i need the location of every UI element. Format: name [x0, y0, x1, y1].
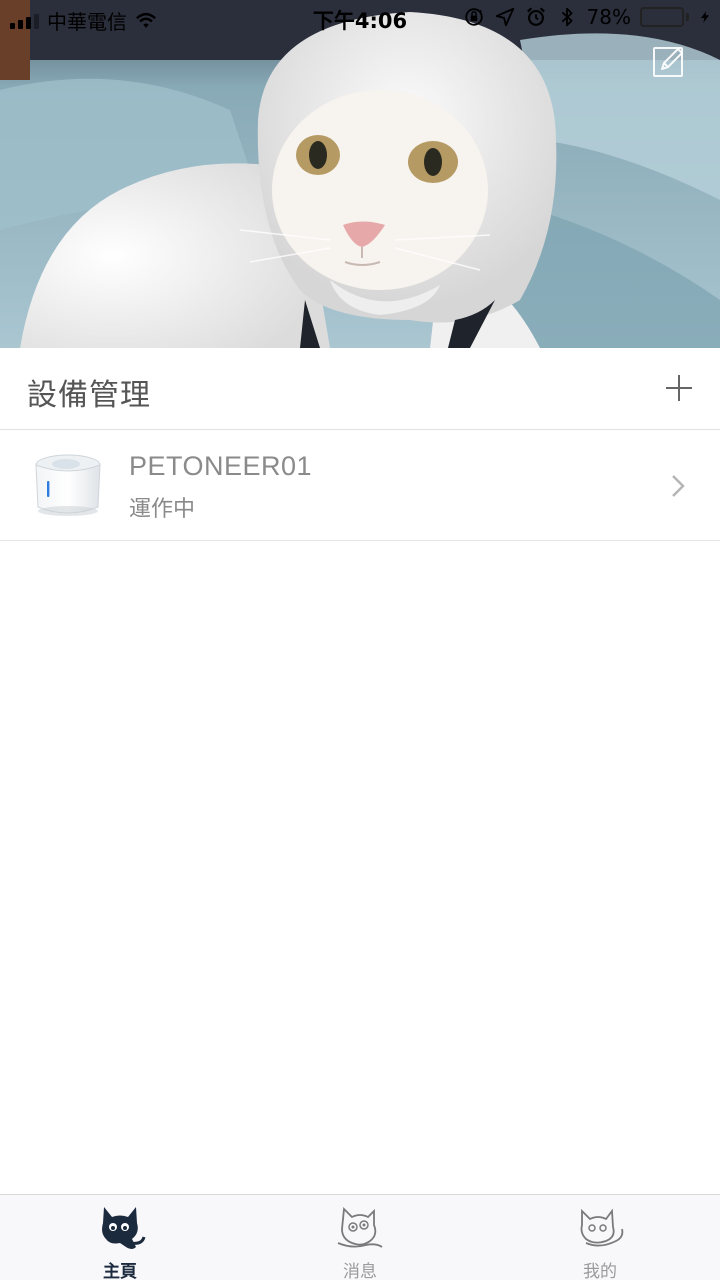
- battery-icon: [640, 7, 689, 27]
- tab-profile-label: 我的: [583, 1262, 617, 1280]
- tab-bar: 主頁 消息 我的: [0, 1194, 720, 1280]
- chevron-right-icon: [672, 475, 685, 497]
- tab-profile[interactable]: 我的: [480, 1195, 720, 1280]
- battery-percent: 78%: [586, 5, 631, 29]
- cat-photo: [0, 0, 720, 348]
- plus-icon[interactable]: [664, 373, 694, 403]
- status-bar: 中華電信 下午4:06 78%: [0, 0, 720, 38]
- tab-messages-label: 消息: [343, 1262, 377, 1280]
- cat-home-icon: [102, 1207, 146, 1249]
- device-management-header: 設備管理: [0, 348, 720, 430]
- location-icon: [495, 7, 514, 27]
- edit-pencil-icon[interactable]: [652, 44, 686, 78]
- device-row[interactable]: PETONEER01 運作中: [0, 431, 720, 541]
- alarm-icon: [526, 7, 545, 26]
- tab-home[interactable]: 主頁: [0, 1195, 240, 1280]
- device-name: PETONEER01: [129, 451, 313, 481]
- water-fountain-icon: [35, 454, 101, 516]
- tab-messages[interactable]: 消息: [240, 1195, 480, 1280]
- bluetooth-icon: [561, 7, 573, 27]
- cat-message-icon: [337, 1207, 383, 1248]
- device-status: 運作中: [129, 497, 196, 522]
- hero-banner: [0, 0, 720, 348]
- orientation-lock-icon: [464, 8, 483, 26]
- section-title: 設備管理: [27, 378, 151, 413]
- tab-home-label: 主頁: [103, 1262, 137, 1280]
- status-right: 78%: [463, 5, 712, 29]
- cat-profile-icon: [580, 1208, 624, 1247]
- charging-icon: [700, 11, 710, 23]
